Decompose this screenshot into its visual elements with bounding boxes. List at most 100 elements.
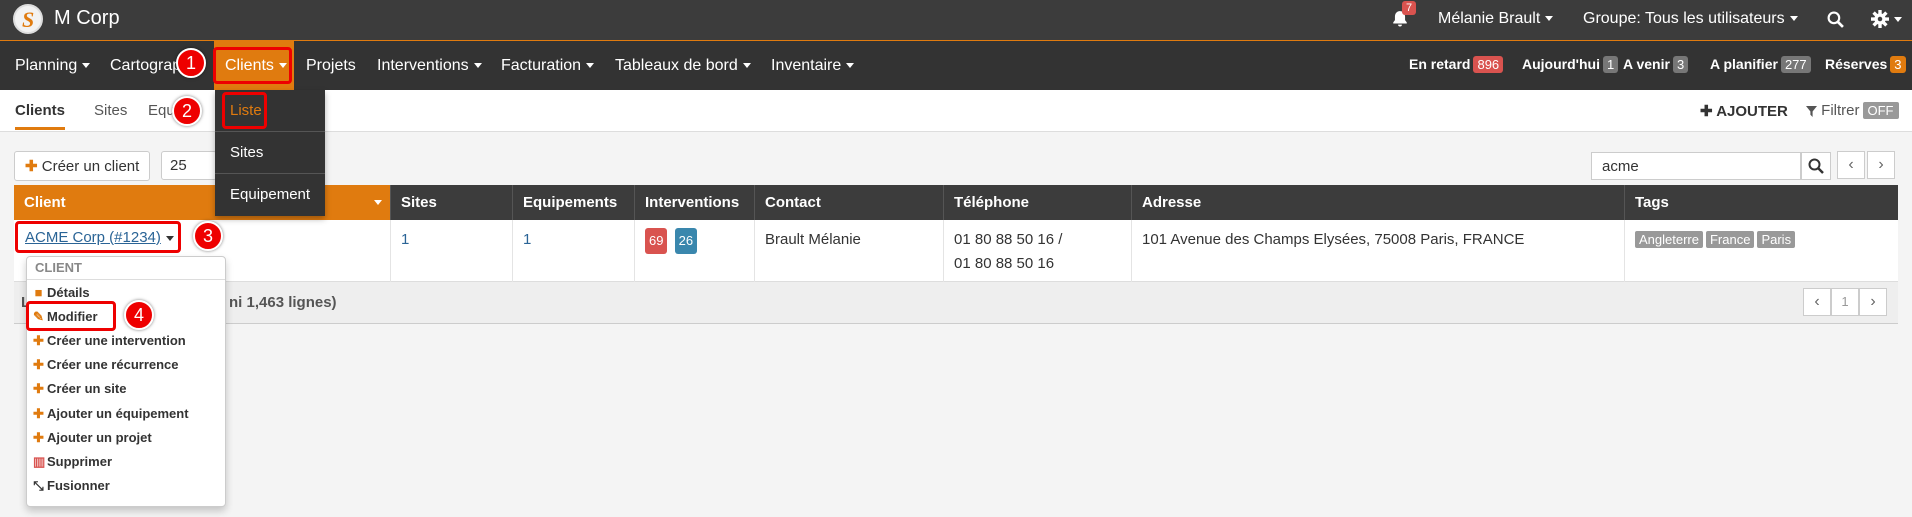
plus-icon: ✚ bbox=[1700, 103, 1717, 120]
col-tags[interactable]: Tags bbox=[1625, 185, 1898, 220]
filter-icon bbox=[1806, 105, 1817, 117]
top-bar: S M Corp 7 Mélanie Brault Groupe: Tous l… bbox=[0, 0, 1912, 40]
stat-label: En retard bbox=[1409, 56, 1471, 72]
settings-menu[interactable] bbox=[1871, 10, 1902, 29]
menu-item-add-equipment[interactable]: ✚ Ajouter un équipement bbox=[33, 406, 189, 422]
nav-facturation[interactable]: Facturation bbox=[501, 41, 595, 91]
step-marker: 2 bbox=[172, 96, 202, 126]
chevron-down-icon bbox=[586, 63, 595, 69]
col-client[interactable]: Client bbox=[14, 185, 391, 220]
nav-inventaire[interactable]: Inventaire bbox=[771, 41, 855, 91]
nav-projets[interactable]: Projets bbox=[306, 41, 356, 91]
search-button[interactable] bbox=[1801, 152, 1831, 180]
nav-interventions[interactable]: Interventions bbox=[377, 41, 482, 91]
next-page-button[interactable]: › bbox=[1867, 151, 1895, 179]
filter-toggle[interactable]: Filtrer OFF bbox=[1806, 102, 1899, 119]
menu-item-sites[interactable]: Sites bbox=[215, 132, 325, 174]
search-icon bbox=[1808, 158, 1824, 174]
prev-page-button[interactable]: ‹ bbox=[1803, 288, 1831, 316]
stat-a-planifier[interactable]: A planifier 277 bbox=[1710, 56, 1811, 73]
interventions-badge[interactable]: 26 bbox=[674, 228, 698, 254]
stat-badge: 3 bbox=[1890, 56, 1906, 73]
phone-line: 01 80 88 50 16 bbox=[954, 255, 1055, 272]
gear-icon bbox=[1871, 10, 1889, 29]
menu-item-add-project[interactable]: ✚ Ajouter un projet bbox=[33, 430, 152, 446]
tab-clients[interactable]: Clients bbox=[15, 102, 66, 130]
col-sites[interactable]: Sites bbox=[391, 185, 513, 220]
cell-equipements[interactable]: 1 bbox=[513, 220, 635, 282]
table-footer: L ni 1,463 lignes) ‹ 1 › bbox=[14, 282, 1898, 324]
stat-label: Réserves bbox=[1825, 56, 1888, 72]
chevron-left-icon: ‹ bbox=[1814, 293, 1820, 310]
col-label: Client bbox=[24, 194, 66, 211]
folder-icon: ■ bbox=[34, 285, 43, 300]
menu-label: Créer une récurrence bbox=[47, 357, 179, 372]
menu-item-create-intervention[interactable]: ✚ Créer une intervention bbox=[33, 333, 186, 349]
stat-label: Aujourd'hui bbox=[1522, 56, 1600, 72]
menu-item-merge[interactable]: ⤡ Fusionner bbox=[33, 478, 110, 494]
cell-sites[interactable]: 1 bbox=[391, 220, 513, 282]
nav-label: Interventions bbox=[377, 57, 469, 74]
notification-badge: 7 bbox=[1402, 1, 1417, 15]
add-button[interactable]: ✚ AJOUTER bbox=[1700, 102, 1788, 120]
nav-label: Cartograp bbox=[110, 57, 182, 74]
tab-equipements[interactable]: Equ bbox=[148, 102, 175, 119]
sort-icon bbox=[374, 200, 382, 205]
create-client-label: Créer un client bbox=[41, 158, 140, 175]
group-menu[interactable]: Groupe: Tous les utilisateurs bbox=[1583, 10, 1798, 28]
col-equipements[interactable]: Equipements bbox=[513, 185, 635, 220]
plus-icon: ✚ bbox=[33, 381, 44, 396]
menu-divider bbox=[27, 279, 225, 280]
chevron-down-icon bbox=[82, 63, 91, 69]
nav-planning[interactable]: Planning bbox=[15, 41, 91, 91]
stat-aujourdhui[interactable]: Aujourd'hui 1 bbox=[1522, 56, 1619, 73]
app-title[interactable]: M Corp bbox=[54, 7, 120, 30]
menu-label: Détails bbox=[47, 285, 90, 300]
plus-icon: ✚ bbox=[33, 430, 44, 445]
col-adresse[interactable]: Adresse bbox=[1132, 185, 1625, 220]
stat-en-retard[interactable]: En retard 896 bbox=[1409, 56, 1504, 73]
search-input[interactable]: acme bbox=[1591, 152, 1801, 180]
nav-label: Tableaux de bord bbox=[615, 57, 738, 74]
client-context-menu: CLIENT ■ Détails ✎ Modifier ✚ Créer une int… bbox=[26, 256, 226, 507]
tag: Angleterre bbox=[1635, 231, 1703, 248]
app-logo[interactable]: S bbox=[13, 4, 43, 34]
cell-contact: Brault Mélanie bbox=[755, 220, 944, 282]
stat-badge: 277 bbox=[1780, 56, 1811, 73]
menu-label: Créer un site bbox=[47, 381, 127, 396]
cell-tags: Angleterre France Paris bbox=[1625, 220, 1898, 282]
col-contact[interactable]: Contact bbox=[755, 185, 944, 220]
menu-item-create-recurrence[interactable]: ✚ Créer une récurrence bbox=[33, 357, 179, 373]
group-name: Groupe: Tous les utilisateurs bbox=[1583, 10, 1785, 27]
menu-label: Ajouter un équipement bbox=[47, 406, 189, 421]
search-icon[interactable] bbox=[1827, 11, 1844, 28]
menu-item-equipement[interactable]: Equipement bbox=[215, 174, 325, 216]
highlight-box bbox=[26, 301, 116, 331]
nav-cartographie[interactable]: Cartograp bbox=[110, 41, 181, 91]
user-menu[interactable]: Mélanie Brault bbox=[1438, 10, 1554, 28]
stat-badge: 3 bbox=[1672, 56, 1689, 73]
next-page-button[interactable]: › bbox=[1859, 288, 1887, 316]
col-telephone[interactable]: Téléphone bbox=[944, 185, 1132, 220]
stat-a-venir[interactable]: A venir 3 bbox=[1623, 56, 1689, 73]
tag: Paris bbox=[1757, 231, 1796, 248]
cell-telephone: 01 80 88 50 16 / 01 80 88 50 16 bbox=[944, 220, 1132, 282]
menu-item-delete[interactable]: ▥ Supprimer bbox=[33, 454, 112, 470]
chevron-down-icon bbox=[742, 63, 751, 69]
col-interventions[interactable]: Interventions bbox=[635, 185, 755, 220]
cell-adresse: 101 Avenue des Champs Elysées, 75008 Par… bbox=[1132, 220, 1625, 282]
menu-item-create-site[interactable]: ✚ Créer un site bbox=[33, 381, 126, 397]
page-size-select[interactable]: 25 bbox=[161, 151, 217, 180]
menu-item-details[interactable]: ■ Détails bbox=[33, 285, 90, 300]
create-client-button[interactable]: ✚ Créer un client bbox=[14, 151, 151, 181]
plus-icon: ✚ bbox=[25, 158, 42, 175]
tab-sites[interactable]: Sites bbox=[94, 102, 127, 119]
row-count: ni 1,463 lignes) bbox=[229, 294, 337, 311]
nav-tableaux-de-bord[interactable]: Tableaux de bord bbox=[615, 41, 751, 91]
trash-icon: ▥ bbox=[33, 454, 46, 469]
stat-badge: 896 bbox=[1473, 56, 1504, 73]
prev-page-button[interactable]: ‹ bbox=[1837, 151, 1865, 179]
interventions-late-badge[interactable]: 69 bbox=[645, 228, 668, 254]
stat-reserves[interactable]: Réserves 3 bbox=[1825, 56, 1906, 73]
logo-letter: S bbox=[22, 7, 35, 32]
